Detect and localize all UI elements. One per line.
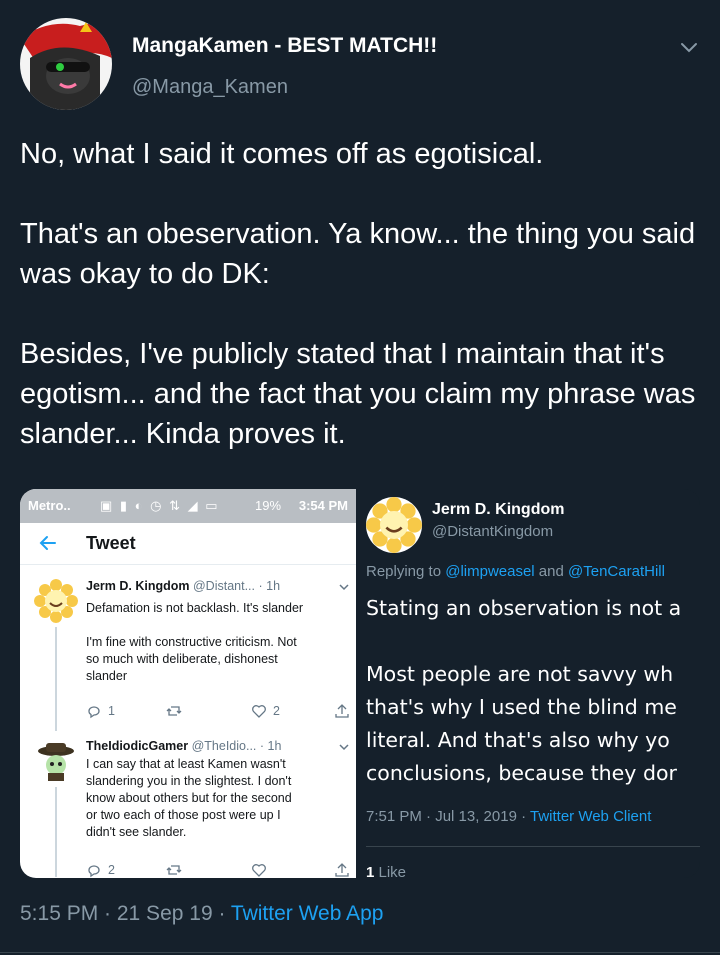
retweet-icon bbox=[166, 706, 182, 716]
tweet-paragraph: No, what I said it comes off as egotisic… bbox=[20, 138, 544, 170]
chevron-down-icon bbox=[339, 584, 349, 591]
list-item: TheIdiodicGamer @TheIdio... · 1h I can s… bbox=[34, 739, 352, 878]
phone-screenshot-image: Metro.. ▣ ▮ ◐ ◷ ⇅ ◢ ▭ 19% 3:54 PM Tweet bbox=[20, 489, 356, 878]
author-handle[interactable]: @Manga_Kamen bbox=[132, 76, 288, 99]
heart-icon bbox=[252, 705, 266, 718]
hat-avatar-icon bbox=[34, 739, 78, 783]
mini-tweet-time: · 1h bbox=[259, 739, 282, 753]
mini-tweet-actions: 1 2 bbox=[86, 703, 350, 723]
arrow-left-icon bbox=[39, 536, 56, 550]
mini-tweet-text: Defamation is not backlash. It's slander… bbox=[86, 601, 304, 683]
mini-tweet-name: TheIdiodicGamer bbox=[86, 739, 189, 753]
retweet-action bbox=[166, 703, 182, 719]
mini-tweet-name: Jerm D. Kingdom bbox=[86, 579, 190, 593]
quoted-handle: @DistantKingdom bbox=[432, 523, 554, 540]
quoted-replying-to: Replying to @limpweasel and @TenCaratHil… bbox=[366, 563, 665, 580]
quoted-text: Stating an observation is not a Most peo… bbox=[366, 596, 682, 785]
flower-avatar-icon bbox=[34, 579, 78, 623]
tweet-app-bar: Tweet bbox=[20, 523, 356, 565]
reply-icon bbox=[88, 706, 100, 719]
tweet-app-title: Tweet bbox=[86, 533, 136, 553]
share-icon bbox=[335, 704, 349, 718]
chevron-down-icon bbox=[339, 744, 349, 751]
carrier-label: Metro.. bbox=[28, 498, 71, 513]
heart-icon bbox=[252, 864, 266, 877]
quoted-timestamp: 7:51 PM · Jul 13, 2019 · Twitter Web Cli… bbox=[366, 808, 652, 825]
flower-avatar-icon bbox=[366, 497, 422, 553]
mini-tweet-actions: 2 bbox=[86, 862, 350, 878]
tweet-time[interactable]: 5:15 PM · 21 Sep 19 · bbox=[20, 902, 231, 925]
tweet-paragraph: Besides, I've publicly stated that I mai… bbox=[20, 338, 704, 450]
mini-tweet-time: · 1h bbox=[258, 579, 281, 593]
like-action bbox=[251, 862, 267, 878]
divider bbox=[366, 846, 700, 847]
retweet-action bbox=[166, 862, 182, 878]
tweet-source-link[interactable]: Twitter Web App bbox=[231, 902, 384, 925]
quoted-tweet-image: Jerm D. Kingdom @DistantKingdom Replying… bbox=[356, 489, 700, 878]
mini-tweet-handle: @TheIdio... bbox=[191, 739, 257, 753]
quoted-name: Jerm D. Kingdom bbox=[432, 501, 565, 518]
share-icon bbox=[335, 863, 349, 877]
author-display-name[interactable]: MangaKamen - BEST MATCH!! bbox=[132, 34, 437, 58]
tweet-text: No, what I said it comes off as egotisic… bbox=[20, 134, 700, 454]
battery-label: 19% bbox=[255, 498, 282, 513]
mini-tweet-text: I can say that at least Kamen wasn't sla… bbox=[86, 757, 292, 839]
quoted-likes: 1 Like bbox=[366, 864, 407, 878]
list-item: Jerm D. Kingdom @Distant... · 1h Defamat… bbox=[34, 579, 352, 731]
status-icons: ▣ ▮ ◐ ◷ ⇅ ◢ ▭ bbox=[100, 498, 220, 513]
divider bbox=[0, 952, 720, 953]
tweet-paragraph: That's an obeservation. Ya know... the t… bbox=[20, 218, 704, 290]
chevron-down-icon[interactable] bbox=[678, 36, 700, 58]
mini-tweet-handle: @Distant... bbox=[192, 579, 255, 593]
mini-tweet-header: TheIdiodicGamer @TheIdio... · 1h bbox=[86, 739, 281, 753]
share-action bbox=[334, 703, 350, 719]
tweet-timestamp: 5:15 PM · 21 Sep 19 · Twitter Web App bbox=[20, 902, 383, 926]
author-avatar[interactable] bbox=[20, 18, 112, 110]
tweet-header: MangaKamen - BEST MATCH!! @Manga_Kamen bbox=[20, 18, 700, 110]
clock-label: 3:54 PM bbox=[298, 498, 348, 513]
retweet-icon bbox=[166, 865, 182, 875]
mini-tweet-header: Jerm D. Kingdom @Distant... · 1h bbox=[86, 579, 280, 593]
share-action bbox=[334, 862, 350, 878]
status-bar: Metro.. ▣ ▮ ◐ ◷ ⇅ ◢ ▭ 19% 3:54 PM bbox=[20, 489, 356, 523]
reply-action: 2 bbox=[86, 862, 115, 878]
reply-action: 1 bbox=[86, 703, 115, 719]
reply-icon bbox=[88, 865, 100, 878]
tweet-media[interactable]: Metro.. ▣ ▮ ◐ ◷ ⇅ ◢ ▭ 19% 3:54 PM Tweet bbox=[20, 489, 700, 878]
like-action: 2 bbox=[251, 703, 280, 719]
